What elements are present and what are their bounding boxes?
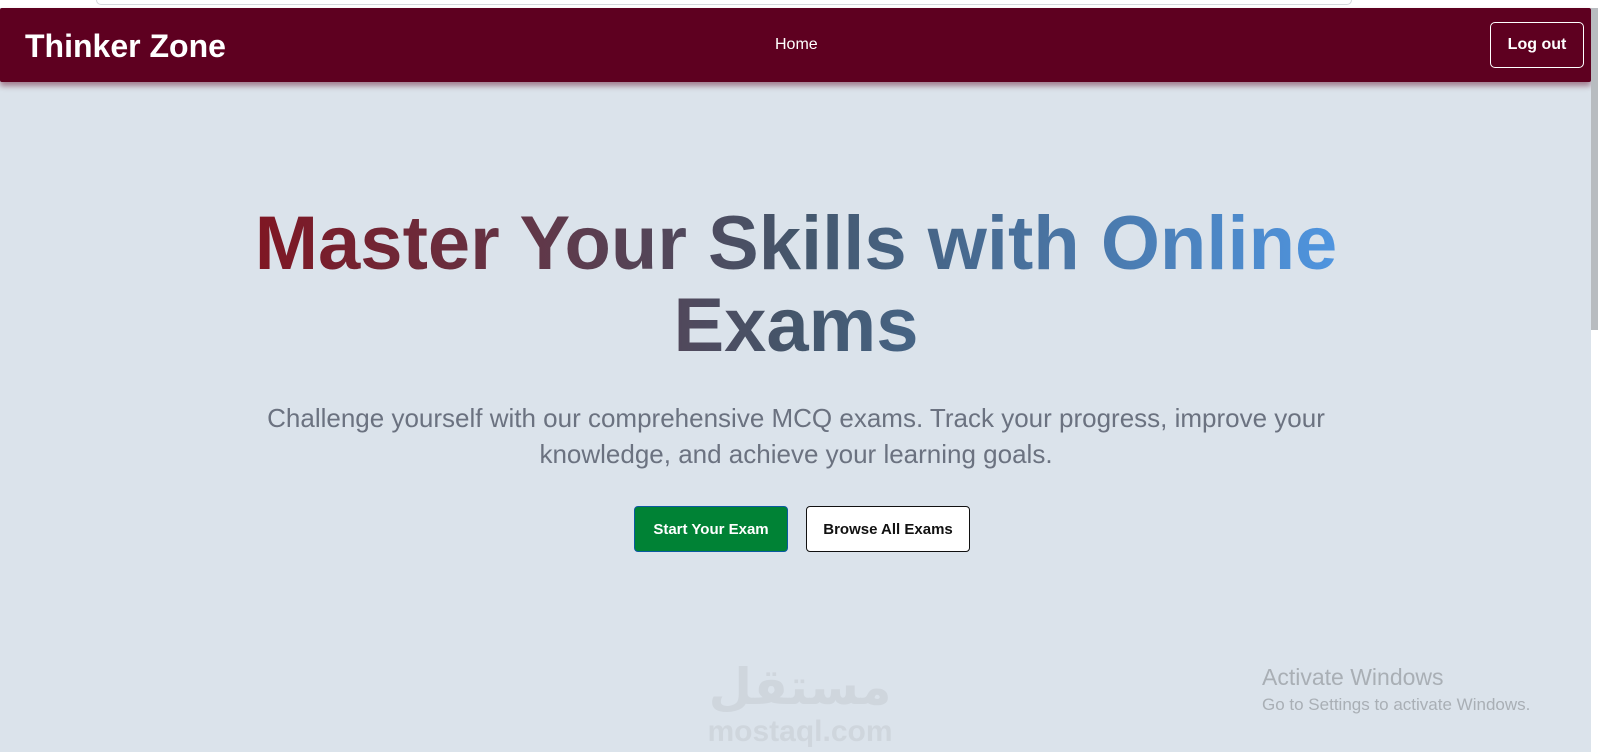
activate-windows-title: Activate Windows (1262, 664, 1444, 690)
hero-title: Master Your Skills with Online Exams (150, 203, 1442, 367)
activate-windows-subtitle: Go to Settings to activate Windows. (1262, 695, 1531, 714)
hero-subtitle: Challenge yourself with our comprehensiv… (267, 403, 1325, 469)
start-exam-button[interactable]: Start Your Exam (634, 506, 788, 552)
mostaql-watermark: مستقل mostaql.com (700, 658, 900, 748)
logout-button[interactable]: Log out (1490, 22, 1584, 68)
browser-top-strip (0, 0, 1600, 8)
scrollbar-thumb[interactable] (1591, 8, 1598, 330)
watermark-arabic-text: مستقل (708, 658, 892, 716)
nav-link-home[interactable]: Home (775, 35, 818, 55)
watermark-latin-text: mostaql.com (707, 715, 893, 748)
window-bottom-edge (0, 752, 1591, 756)
address-bar-edge[interactable] (96, 0, 1352, 5)
activate-windows-notice: Activate Windows Go to Settings to activ… (1262, 663, 1530, 715)
page-body: Thinker Zone Home Log out Master Your Sk… (0, 8, 1591, 756)
browse-exams-button[interactable]: Browse All Exams (806, 506, 970, 552)
top-navbar: Thinker Zone Home Log out (0, 8, 1591, 82)
vertical-scrollbar[interactable] (1591, 8, 1600, 756)
brand-logo-text[interactable]: Thinker Zone (25, 26, 226, 66)
